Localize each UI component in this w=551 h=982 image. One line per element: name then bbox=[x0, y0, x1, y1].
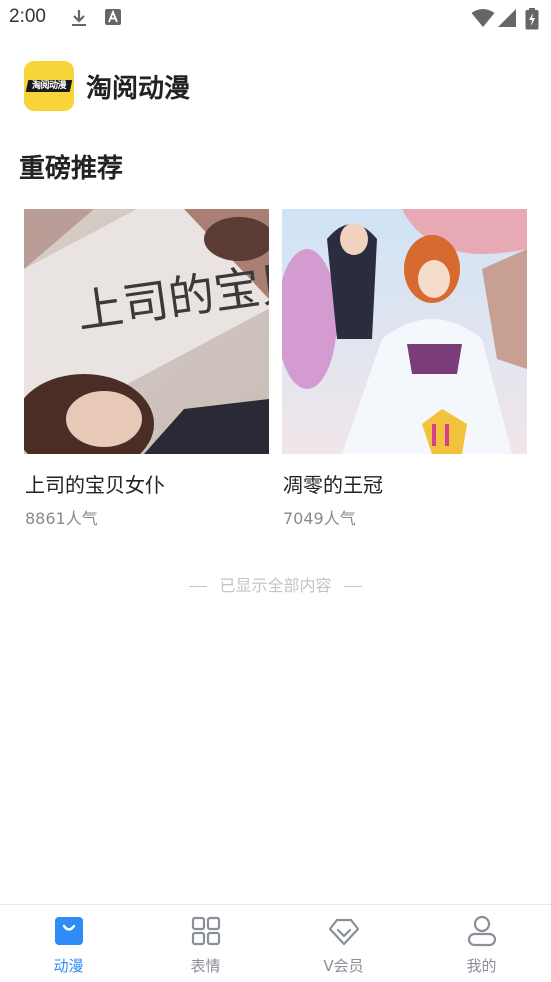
cover-art-1: 上司的宝贝女仆 bbox=[24, 209, 269, 454]
divider-left bbox=[189, 586, 208, 587]
text-a-icon bbox=[105, 9, 121, 25]
tab-label: 动漫 bbox=[53, 957, 84, 975]
cover-art-2 bbox=[282, 209, 527, 454]
status-time: 2:00 bbox=[9, 6, 46, 27]
comic-card[interactable]: 上司的宝贝女仆 上司的宝贝女仆 8861人气 bbox=[24, 209, 269, 528]
app-logo: 淘阅动漫 bbox=[24, 61, 74, 111]
comic-card[interactable]: 凋零的王冠 7049人气 bbox=[282, 209, 527, 528]
tab-vip[interactable]: V会员 bbox=[275, 905, 412, 982]
diamond-icon bbox=[328, 918, 359, 946]
comic-cover-image[interactable] bbox=[282, 209, 527, 454]
app-header: 淘阅动漫 淘阅动漫 bbox=[0, 56, 551, 116]
end-note-text: 已显示全部内容 bbox=[219, 576, 332, 595]
divider-right bbox=[343, 586, 362, 587]
tab-label: 表情 bbox=[190, 957, 221, 975]
user-icon bbox=[467, 915, 496, 947]
tab-label: 我的 bbox=[466, 957, 497, 975]
comic-title[interactable]: 上司的宝贝女仆 bbox=[25, 469, 165, 498]
battery-charging-icon bbox=[525, 8, 539, 30]
tab-label: V会员 bbox=[323, 957, 364, 975]
tab-mine[interactable]: 我的 bbox=[413, 905, 550, 982]
end-of-list-note: 已显示全部内容 bbox=[0, 572, 551, 596]
bottom-tab-bar: 动漫 表情 V会员 我的 bbox=[0, 904, 551, 982]
comic-title[interactable]: 凋零的王冠 bbox=[283, 469, 383, 498]
comic-popularity: 7049人气 bbox=[283, 509, 356, 528]
status-bar: 2:00 bbox=[0, 0, 551, 36]
download-icon bbox=[72, 10, 86, 26]
tab-anime[interactable]: 动漫 bbox=[0, 905, 137, 982]
grid-icon bbox=[191, 916, 220, 946]
logo-text: 淘阅动漫 bbox=[31, 81, 67, 91]
wifi-icon bbox=[471, 9, 495, 27]
comic-popularity: 8861人气 bbox=[25, 509, 98, 528]
tab-stickers[interactable]: 表情 bbox=[137, 905, 274, 982]
section-title: 重磅推荐 bbox=[19, 154, 124, 184]
signal-icon bbox=[498, 9, 516, 27]
app-title: 淘阅动漫 bbox=[86, 74, 191, 104]
comic-cover-image[interactable]: 上司的宝贝女仆 bbox=[24, 209, 269, 454]
shopping-bag-icon bbox=[54, 917, 83, 945]
